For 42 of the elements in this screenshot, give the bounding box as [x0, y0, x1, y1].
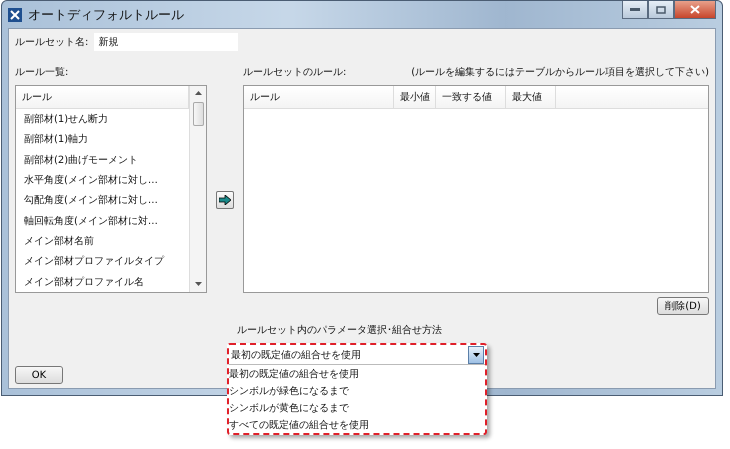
add-rule-button[interactable]: [216, 191, 234, 209]
column-header[interactable]: 最大値: [506, 86, 556, 108]
rule-list-item[interactable]: 勾配角度(メイン部材に対し…: [16, 190, 189, 211]
dropdown-option[interactable]: シンボルが緑色になるまで: [229, 382, 485, 399]
combination-combo-box[interactable]: 最初の既定値の組合せを使用: [229, 345, 485, 365]
rule-set-name-field[interactable]: 新規: [94, 33, 238, 51]
rule-list-item[interactable]: メイン部材プロファイル名: [16, 272, 189, 292]
window-title: オートディフォルトルール: [28, 6, 184, 24]
column-header[interactable]: ルール: [244, 86, 394, 108]
right-arrow-icon: [219, 195, 231, 205]
app-icon: [8, 8, 22, 22]
minimize-button[interactable]: [622, 1, 648, 19]
scrollbar-thumb[interactable]: [192, 102, 204, 126]
rule-list-item[interactable]: 副部材(1)せん断力: [16, 108, 189, 130]
combination-method-label: ルールセット内のパラメータ選択･組合せ方法: [237, 325, 442, 336]
scrollbar[interactable]: [189, 86, 206, 292]
column-header[interactable]: 一致する値: [436, 86, 506, 108]
maximize-icon: [656, 6, 666, 14]
rule-list-item[interactable]: 副部材(2)曲げモーメント: [16, 150, 189, 170]
rule-set-name-label: ルールセット名:: [15, 36, 88, 49]
rule-list-label: ルール一覧:: [15, 66, 68, 79]
ok-button[interactable]: OK: [15, 366, 63, 384]
dropdown-button[interactable]: [468, 346, 484, 364]
dropdown-option[interactable]: すべての既定値の組合せを使用: [229, 416, 485, 433]
delete-button[interactable]: 削除(D): [657, 297, 709, 315]
rule-list-item[interactable]: メイン部材名前: [16, 230, 189, 252]
rule-list-item[interactable]: 水平角度(メイン部材に対し…: [16, 170, 189, 190]
up-arrow-icon: [194, 91, 202, 96]
close-icon: [690, 5, 700, 14]
hint-text: (ルールを編集するにはテーブルからルール項目を選択して下さい): [411, 66, 709, 79]
caret-icon: [472, 352, 480, 356]
rule-list-item[interactable]: 副部材(1)軸力: [16, 129, 189, 150]
close-button[interactable]: [674, 1, 716, 19]
column-header[interactable]: 最小値: [394, 86, 436, 108]
down-arrow-icon: [194, 282, 202, 287]
maximize-button[interactable]: [648, 1, 674, 19]
rule-list-item[interactable]: メイン部材プロファイルタイプ: [16, 251, 189, 272]
dropdown-option[interactable]: 最初の既定値の組合せを使用: [229, 365, 485, 382]
minimize-icon: [630, 8, 640, 12]
rule-set-rules-label: ルールセットのルール:: [243, 66, 346, 79]
dropdown-option[interactable]: シンボルが黄色になるまで: [229, 399, 485, 416]
rule-list-item[interactable]: 軸回転角度(メイン部材に対…: [16, 210, 189, 231]
